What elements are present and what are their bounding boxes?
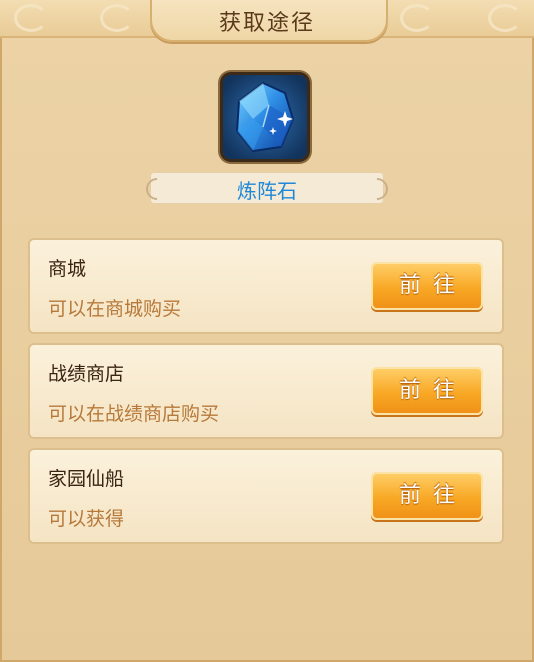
- swirl-ornament-icon: [14, 4, 48, 32]
- blue-crystal-icon: [223, 75, 307, 159]
- go-button-shop[interactable]: 前往: [371, 262, 483, 310]
- go-button-merit-shop[interactable]: 前往: [371, 367, 483, 415]
- source-description: 可以在商城购买: [48, 298, 182, 320]
- source-card-merit-shop: 战绩商店 可以在战绩商店购买 前往: [28, 343, 504, 439]
- acquisition-panel: 获取途径 炼阵石 商城 可以在商城购买 前往 战绩商店 可以在战绩商店购买 前往…: [0, 0, 534, 662]
- go-button-home-boat[interactable]: 前往: [371, 472, 483, 520]
- item-icon-frame: [223, 75, 307, 159]
- source-title: 家园仙船: [48, 468, 125, 490]
- source-description: 可以获得: [48, 508, 125, 530]
- source-title: 战绩商店: [48, 363, 125, 385]
- dialog-title: 获取途径: [218, 11, 315, 36]
- swirl-ornament-icon: [400, 4, 434, 32]
- source-description: 可以在战绩商店购买: [48, 403, 220, 425]
- source-card-home-boat: 家园仙船 可以获得 前往: [28, 448, 504, 544]
- source-card-shop: 商城 可以在商城购买 前往: [28, 238, 504, 334]
- source-title: 商城: [48, 258, 87, 280]
- swirl-ornament-icon: [100, 4, 134, 32]
- swirl-ornament-icon: [488, 4, 522, 32]
- item-name: 炼阵石: [237, 179, 297, 203]
